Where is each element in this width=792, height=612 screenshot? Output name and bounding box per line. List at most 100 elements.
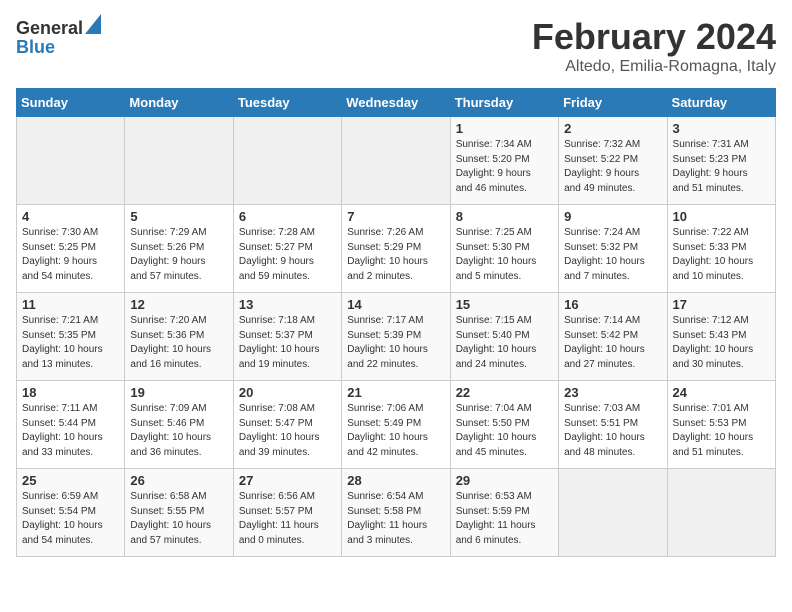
calendar-day-cell <box>559 469 667 557</box>
calendar-day-cell: 28 Sunrise: 6:54 AMSunset: 5:58 PMDayligh… <box>342 469 450 557</box>
weekday-header: Thursday <box>450 89 558 117</box>
calendar-day-cell: 24Sunrise: 7:01 AMSunset: 5:53 PMDayligh… <box>667 381 775 469</box>
logo-blue: Blue <box>16 37 101 58</box>
day-number: 29 <box>456 473 553 488</box>
day-number: 1 <box>456 121 553 136</box>
day-info: Sunrise: 7:31 AMSunset: 5:23 PMDaylight:… <box>673 138 770 196</box>
day-number: 18 <box>22 385 119 400</box>
calendar-day-cell: 20Sunrise: 7:08 AMSunset: 5:47 PMDayligh… <box>233 381 341 469</box>
day-number: 27 <box>239 473 336 488</box>
day-info: Sunrise: 7:30 AMSunset: 5:25 PMDaylight:… <box>22 226 119 284</box>
day-number: 21 <box>347 385 444 400</box>
day-number: 4 <box>22 209 119 224</box>
day-number: 25 <box>22 473 119 488</box>
day-number: 22 <box>456 385 553 400</box>
day-number: 10 <box>673 209 770 224</box>
calendar-day-cell <box>125 117 233 205</box>
calendar-header-row: SundayMondayTuesdayWednesdayThursdayFrid… <box>17 89 776 117</box>
logo-general: General <box>16 18 83 39</box>
day-info: Sunrise: 7:26 AMSunset: 5:29 PMDaylight:… <box>347 226 444 284</box>
calendar-week-row: 11 Sunrise: 7:21 AMSunset: 5:35 PMDayligh… <box>17 293 776 381</box>
day-info: Sunrise: 7:09 AMSunset: 5:46 PMDaylight:… <box>130 402 227 460</box>
day-number: 28 <box>347 473 444 488</box>
day-number: 7 <box>347 209 444 224</box>
calendar-day-cell: 25 Sunrise: 6:59 AMSunset: 5:54 PMDayligh… <box>17 469 125 557</box>
month-title: February 2024 <box>532 16 776 58</box>
day-number: 15 <box>456 297 553 312</box>
day-info: Sunrise: 7:24 AMSunset: 5:32 PMDaylight:… <box>564 226 661 284</box>
calendar-day-cell: 8Sunrise: 7:25 AMSunset: 5:30 PMDaylight… <box>450 205 558 293</box>
day-number: 26 <box>130 473 227 488</box>
logo: General Blue <box>16 16 101 58</box>
day-number: 6 <box>239 209 336 224</box>
day-info: Sunrise: 7:11 AMSunset: 5:44 PMDaylight:… <box>22 402 119 460</box>
calendar-day-cell: 19 Sunrise: 7:09 AMSunset: 5:46 PMDayligh… <box>125 381 233 469</box>
calendar-day-cell: 26 Sunrise: 6:58 AMSunset: 5:55 PMDayligh… <box>125 469 233 557</box>
calendar-day-cell: 18 Sunrise: 7:11 AMSunset: 5:44 PMDayligh… <box>17 381 125 469</box>
calendar-day-cell <box>233 117 341 205</box>
calendar-day-cell: 12Sunrise: 7:20 AMSunset: 5:36 PMDayligh… <box>125 293 233 381</box>
day-info: Sunrise: 6:56 AMSunset: 5:57 PMDaylight:… <box>239 490 336 548</box>
day-info: Sunrise: 6:59 AMSunset: 5:54 PMDaylight:… <box>22 490 119 548</box>
calendar-week-row: 4 Sunrise: 7:30 AMSunset: 5:25 PMDaylight… <box>17 205 776 293</box>
day-info: Sunrise: 7:04 AMSunset: 5:50 PMDaylight:… <box>456 402 553 460</box>
calendar-body: 1 Sunrise: 7:34 AMSunset: 5:20 PMDaylight… <box>17 117 776 557</box>
weekday-header: Friday <box>559 89 667 117</box>
day-info: Sunrise: 7:28 AMSunset: 5:27 PMDaylight:… <box>239 226 336 284</box>
day-number: 13 <box>239 297 336 312</box>
day-number: 14 <box>347 297 444 312</box>
day-info: Sunrise: 6:53 AMSunset: 5:59 PMDaylight:… <box>456 490 553 548</box>
day-number: 20 <box>239 385 336 400</box>
calendar-day-cell: 13Sunrise: 7:18 AMSunset: 5:37 PMDayligh… <box>233 293 341 381</box>
day-number: 2 <box>564 121 661 136</box>
weekday-header: Saturday <box>667 89 775 117</box>
day-number: 12 <box>130 297 227 312</box>
weekday-header: Monday <box>125 89 233 117</box>
day-number: 9 <box>564 209 661 224</box>
calendar-day-cell: 4 Sunrise: 7:30 AMSunset: 5:25 PMDaylight… <box>17 205 125 293</box>
calendar-day-cell: 16Sunrise: 7:14 AMSunset: 5:42 PMDayligh… <box>559 293 667 381</box>
calendar-week-row: 25 Sunrise: 6:59 AMSunset: 5:54 PMDayligh… <box>17 469 776 557</box>
calendar-day-cell: 23Sunrise: 7:03 AMSunset: 5:51 PMDayligh… <box>559 381 667 469</box>
calendar-day-cell: 10 Sunrise: 7:22 AMSunset: 5:33 PMDayligh… <box>667 205 775 293</box>
calendar-week-row: 1 Sunrise: 7:34 AMSunset: 5:20 PMDaylight… <box>17 117 776 205</box>
day-number: 5 <box>130 209 227 224</box>
logo-triangle-icon <box>85 14 101 34</box>
header: General Blue February 2024 Altedo, Emili… <box>16 16 776 76</box>
weekday-header: Sunday <box>17 89 125 117</box>
calendar-day-cell: 21Sunrise: 7:06 AMSunset: 5:49 PMDayligh… <box>342 381 450 469</box>
calendar-day-cell: 15 Sunrise: 7:15 AMSunset: 5:40 PMDayligh… <box>450 293 558 381</box>
calendar-day-cell: 5 Sunrise: 7:29 AMSunset: 5:26 PMDaylight… <box>125 205 233 293</box>
calendar-day-cell: 22 Sunrise: 7:04 AMSunset: 5:50 PMDayligh… <box>450 381 558 469</box>
day-number: 19 <box>130 385 227 400</box>
calendar-day-cell: 29 Sunrise: 6:53 AMSunset: 5:59 PMDayligh… <box>450 469 558 557</box>
day-info: Sunrise: 7:21 AMSunset: 5:35 PMDaylight:… <box>22 314 119 372</box>
logo-wordmark: General Blue <box>16 16 101 58</box>
location-title: Altedo, Emilia-Romagna, Italy <box>532 58 776 76</box>
day-number: 23 <box>564 385 661 400</box>
day-info: Sunrise: 7:34 AMSunset: 5:20 PMDaylight:… <box>456 138 553 196</box>
day-info: Sunrise: 7:12 AMSunset: 5:43 PMDaylight:… <box>673 314 770 372</box>
title-area: February 2024 Altedo, Emilia-Romagna, It… <box>532 16 776 76</box>
calendar-day-cell: 7 Sunrise: 7:26 AMSunset: 5:29 PMDaylight… <box>342 205 450 293</box>
calendar-day-cell <box>17 117 125 205</box>
calendar-day-cell: 11 Sunrise: 7:21 AMSunset: 5:35 PMDayligh… <box>17 293 125 381</box>
calendar-day-cell: 1 Sunrise: 7:34 AMSunset: 5:20 PMDaylight… <box>450 117 558 205</box>
calendar-day-cell <box>667 469 775 557</box>
day-info: Sunrise: 7:32 AMSunset: 5:22 PMDaylight:… <box>564 138 661 196</box>
day-number: 24 <box>673 385 770 400</box>
day-number: 11 <box>22 297 119 312</box>
calendar-day-cell: 2 Sunrise: 7:32 AMSunset: 5:22 PMDaylight… <box>559 117 667 205</box>
weekday-header: Tuesday <box>233 89 341 117</box>
day-info: Sunrise: 6:54 AMSunset: 5:58 PMDaylight:… <box>347 490 444 548</box>
calendar-week-row: 18 Sunrise: 7:11 AMSunset: 5:44 PMDayligh… <box>17 381 776 469</box>
day-info: Sunrise: 7:29 AMSunset: 5:26 PMDaylight:… <box>130 226 227 284</box>
day-info: Sunrise: 7:17 AMSunset: 5:39 PMDaylight:… <box>347 314 444 372</box>
day-info: Sunrise: 7:22 AMSunset: 5:33 PMDaylight:… <box>673 226 770 284</box>
calendar-day-cell: 17Sunrise: 7:12 AMSunset: 5:43 PMDayligh… <box>667 293 775 381</box>
calendar-table: SundayMondayTuesdayWednesdayThursdayFrid… <box>16 88 776 557</box>
day-info: Sunrise: 7:15 AMSunset: 5:40 PMDaylight:… <box>456 314 553 372</box>
day-info: Sunrise: 6:58 AMSunset: 5:55 PMDaylight:… <box>130 490 227 548</box>
calendar-day-cell: 9 Sunrise: 7:24 AMSunset: 5:32 PMDaylight… <box>559 205 667 293</box>
day-info: Sunrise: 7:14 AMSunset: 5:42 PMDaylight:… <box>564 314 661 372</box>
